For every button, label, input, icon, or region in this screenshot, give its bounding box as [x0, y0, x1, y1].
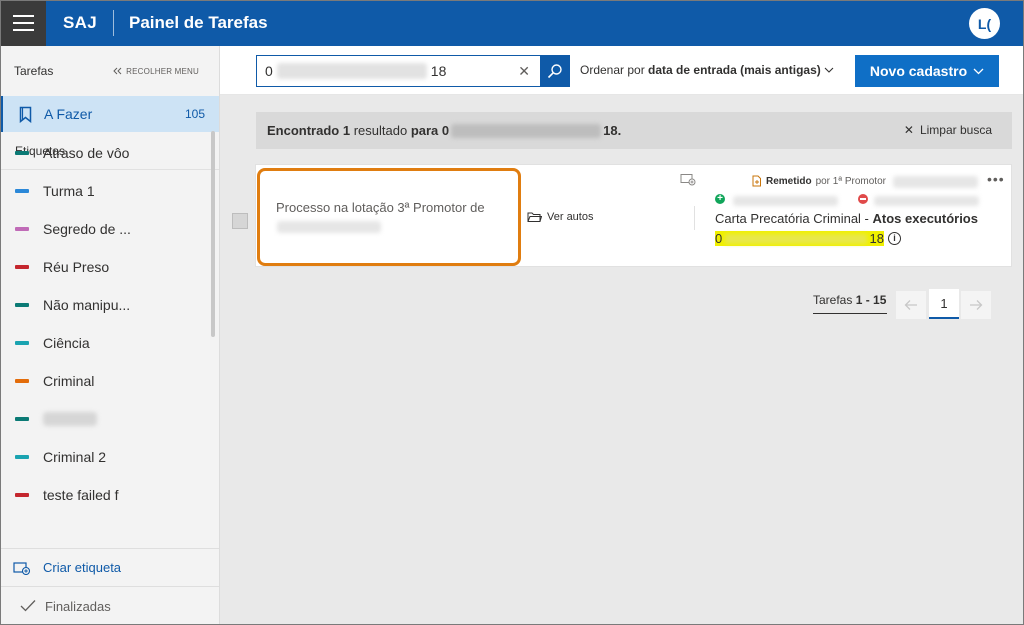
search-value-suffix: 18 — [430, 63, 447, 79]
tag-label: teste failed f — [43, 487, 119, 500]
brand-divider — [112, 10, 114, 36]
sort-dropdown[interactable]: Ordenar por data de entrada (mais antiga… — [580, 63, 834, 77]
redacted-text — [725, 233, 867, 244]
sidebar-header: Tarefas RECOLHER MENU — [0, 46, 219, 96]
search-input[interactable]: 0 18 ✕ — [256, 55, 541, 87]
hamburger-menu-button[interactable] — [0, 0, 46, 46]
clear-search-button[interactable]: ✕ Limpar busca — [904, 123, 992, 137]
sidebar-item-label: A Fazer — [44, 106, 93, 122]
sidebar-item-a-fazer[interactable]: A Fazer 105 — [0, 96, 219, 132]
task-count-badge: 105 — [184, 107, 205, 121]
bookmark-icon — [19, 106, 32, 123]
chevron-down-icon — [973, 68, 984, 74]
arrow-left-icon — [904, 300, 917, 310]
tag-label: Não manipu... — [43, 297, 131, 313]
tag-label: Ciência — [43, 335, 90, 351]
new-record-button[interactable]: Novo cadastro — [855, 55, 999, 87]
sidebar-title: Tarefas — [14, 64, 54, 78]
task-select-checkbox[interactable] — [232, 213, 248, 229]
checkmark-icon — [20, 600, 36, 612]
tag-color-swatch — [15, 455, 29, 459]
plus-circle-icon: + — [715, 194, 725, 204]
tag-color-swatch — [15, 379, 29, 383]
tag-color-swatch — [15, 493, 29, 497]
sidebar-tag-item[interactable] — [0, 400, 219, 438]
previous-page-button[interactable] — [896, 291, 926, 319]
chevron-down-icon — [824, 67, 834, 73]
tag-color-swatch — [15, 151, 29, 155]
redacted-text — [733, 196, 838, 206]
clear-search-icon[interactable]: ✕ — [518, 63, 530, 80]
search-icon — [547, 64, 562, 79]
user-avatar[interactable]: L( — [969, 8, 1000, 39]
task-location-text: Processo na lotação 3ª Promotor de — [276, 200, 485, 215]
sidebar-tag-item[interactable]: Não manipu... — [0, 286, 219, 324]
double-chevron-left-icon — [113, 67, 122, 75]
next-page-button[interactable] — [961, 291, 991, 319]
sidebar-tag-item[interactable]: Atraso de vôo — [0, 134, 219, 172]
redacted-text — [893, 176, 978, 188]
sidebar-tag-item[interactable]: Criminal 2 — [0, 438, 219, 476]
current-page-button[interactable]: 1 — [929, 289, 959, 319]
redacted-text — [874, 196, 979, 206]
tag-label: Atraso de vôo — [43, 145, 130, 161]
card-divider — [694, 206, 695, 230]
sidebar-tag-item[interactable]: teste failed f — [0, 476, 219, 500]
search-button[interactable] — [540, 55, 570, 87]
page-title: Painel de Tarefas — [128, 13, 268, 32]
sidebar-tag-item[interactable]: Criminal — [0, 362, 219, 400]
pagination-label: Tarefas 1 - 15 — [813, 293, 887, 314]
sidebar-scrollbar[interactable] — [211, 131, 215, 337]
redacted-text — [277, 221, 381, 233]
tag-color-swatch — [15, 265, 29, 269]
minus-circle-icon — [858, 194, 868, 204]
sidebar-tag-item[interactable]: Turma 1 — [0, 172, 219, 210]
sidebar-tag-item[interactable]: Réu Preso — [0, 248, 219, 286]
case-number-highlight[interactable]: 0 18 — [715, 231, 884, 246]
focus-highlight — [257, 168, 521, 266]
tag-label: Réu Preso — [43, 259, 110, 275]
sent-info: Remetido por 1ª Promotor — [751, 175, 886, 187]
more-options-icon[interactable]: ••• — [987, 171, 1005, 187]
document-icon — [752, 175, 761, 187]
tag-label: Criminal 2 — [43, 449, 107, 465]
sidebar-tag-item[interactable]: Segredo de ... — [0, 210, 219, 248]
arrow-right-icon — [970, 300, 983, 310]
case-class: Carta Precatória Criminal - Atos executó… — [715, 211, 978, 226]
brand-logo: SAJ — [63, 13, 97, 32]
add-label-icon — [13, 561, 31, 575]
tag-color-swatch — [15, 227, 29, 231]
collapse-menu-button[interactable]: RECOLHER MENU — [113, 67, 199, 76]
command-bar: 0 18 ✕ Ordenar por data de entrada (mais… — [220, 46, 1024, 95]
hamburger-icon — [12, 15, 34, 17]
tag-list: Atraso de vôo Turma 1 Segredo de ... Réu Pr… — [0, 134, 219, 500]
tag-color-swatch — [15, 303, 29, 307]
redacted-text — [276, 63, 427, 79]
sidebar-tag-item[interactable]: Ciência — [0, 324, 219, 362]
redacted-text — [451, 123, 602, 138]
top-bar: SAJ Painel de Tarefas L( — [0, 0, 1024, 46]
info-icon[interactable]: i — [888, 232, 901, 245]
create-label-button[interactable]: Criar etiqueta — [0, 548, 219, 586]
open-files-button[interactable]: Ver autos — [527, 211, 593, 223]
tag-color-swatch — [15, 341, 29, 345]
redacted-text — [43, 412, 97, 426]
finished-tasks-button[interactable]: Finalizadas — [0, 586, 219, 625]
tag-label: Turma 1 — [43, 183, 95, 199]
tag-label: Segredo de ... — [43, 221, 131, 237]
tag-color-swatch — [15, 189, 29, 193]
tag-label: Criminal — [43, 373, 95, 389]
tag-color-swatch — [15, 417, 29, 421]
folder-icon — [527, 212, 542, 222]
screen-add-icon[interactable] — [680, 173, 696, 187]
search-result-banner: Encontrado 1 resultado para 0 18. ✕ Limpa… — [256, 112, 1012, 149]
close-icon: ✕ — [903, 123, 914, 137]
search-value-prefix: 0 — [265, 63, 273, 79]
